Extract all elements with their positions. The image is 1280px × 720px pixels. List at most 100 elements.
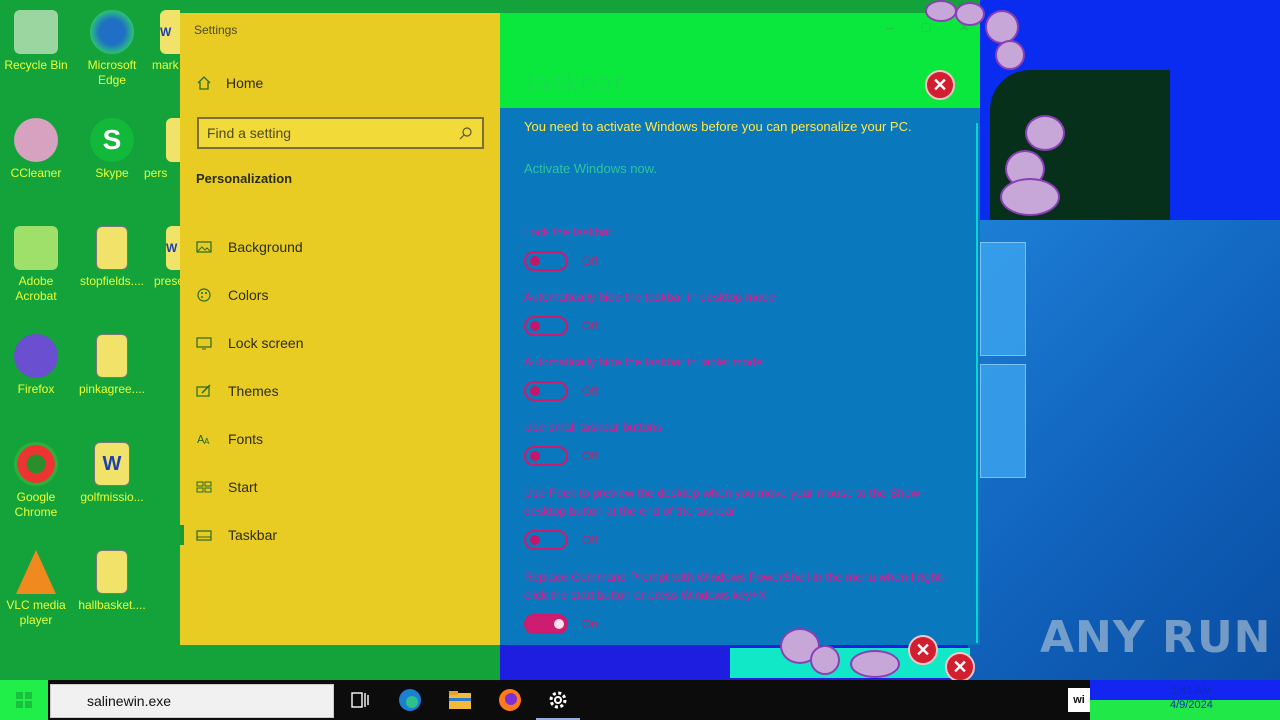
toggle-switch[interactable] xyxy=(524,446,568,466)
desktop-icon-vlc[interactable]: VLC media player xyxy=(0,550,72,628)
nav-label: Start xyxy=(228,479,258,495)
option-label: Lock the taskbar xyxy=(524,225,613,239)
nav-item-fonts[interactable]: AA Fonts xyxy=(180,415,500,463)
toggle-state: Off xyxy=(582,384,598,398)
nav-label: Themes xyxy=(228,383,279,399)
toggle-switch[interactable] xyxy=(524,614,568,634)
nav-label: Background xyxy=(228,239,303,255)
settings-window: Settings Home Find a setting Personaliza… xyxy=(180,13,980,645)
tray-app-button[interactable]: wi xyxy=(1068,688,1090,712)
error-icon xyxy=(1000,178,1060,216)
vlc-icon xyxy=(16,550,56,594)
task-view-icon[interactable] xyxy=(346,686,374,714)
file-explorer-icon[interactable] xyxy=(446,686,474,714)
anyrun-watermark: ANY RUN xyxy=(1040,612,1272,663)
desktop-icon-label: golfmissio... xyxy=(80,490,144,504)
edge-icon[interactable] xyxy=(396,686,424,714)
desktop-icon-label: VLC media player xyxy=(6,598,66,627)
scrollbar[interactable] xyxy=(976,123,978,643)
toggle-switch[interactable] xyxy=(524,316,568,336)
settings-gear-icon[interactable] xyxy=(544,686,572,714)
option-powershell: Replace Command Prompt with Windows Powe… xyxy=(524,568,954,634)
desktop-icon-mark[interactable]: W mark xyxy=(140,10,180,73)
desktop-icon-label: Firefox xyxy=(17,382,55,396)
activate-windows-link[interactable]: Activate Windows now. xyxy=(524,161,657,176)
option-lock-taskbar: Lock the taskbar Off xyxy=(524,223,954,271)
taskbar-icon xyxy=(196,530,212,541)
desktop-icon-label: CCleaner xyxy=(10,166,62,180)
minimize-button[interactable]: – xyxy=(886,19,894,36)
firefox-icon[interactable] xyxy=(496,686,524,714)
desktop-icon-pers[interactable]: pers xyxy=(140,118,180,181)
search-input[interactable]: Find a setting xyxy=(197,117,484,149)
nav-item-start[interactable]: Start xyxy=(180,463,500,511)
taskbar-search-input[interactable]: salinewin.exe xyxy=(50,684,334,718)
word-doc-icon: W xyxy=(166,226,180,270)
desktop-icon-hallbasket[interactable]: hallbasket.... xyxy=(76,550,148,613)
desktop-icon-label: Adobe Acrobat xyxy=(15,274,57,303)
start-button[interactable] xyxy=(0,680,48,720)
monitor-icon xyxy=(196,337,212,350)
search-placeholder: Find a setting xyxy=(207,125,292,141)
clock-time: 1:41 AM xyxy=(1171,685,1212,697)
desktop-icon-firefox[interactable]: Firefox xyxy=(0,334,72,397)
nav-label: Colors xyxy=(228,287,269,303)
word-doc-icon: W xyxy=(94,442,130,486)
toggle-state: Off xyxy=(582,254,598,268)
toggle-switch[interactable] xyxy=(524,530,568,550)
nav-label: Lock screen xyxy=(228,335,304,351)
home-label: Home xyxy=(226,75,264,91)
option-label: Automatically hide the taskbar in tablet… xyxy=(524,355,763,369)
option-autohide-desktop: Automatically hide the taskbar in deskto… xyxy=(524,288,954,336)
windows-logo-pane xyxy=(980,364,1026,478)
firefox-icon xyxy=(14,334,58,378)
edge-icon xyxy=(90,10,134,54)
word-doc-icon: W xyxy=(160,10,180,54)
settings-content: – □ ✕ Taskbar You need to activate Windo… xyxy=(500,13,980,645)
window-title: Settings xyxy=(194,23,238,37)
settings-nav: Background Colors Lock screen Themes AA … xyxy=(180,223,500,559)
start-grid-icon xyxy=(196,481,212,493)
clock[interactable]: 1:41 AM 4/9/2024 xyxy=(1170,684,1213,712)
desktop-icon-pinkagree[interactable]: pinkagree.... xyxy=(76,334,148,397)
desktop-icon-prese[interactable]: W prese xyxy=(140,226,180,289)
desktop-icon-label: hallbasket.... xyxy=(78,598,146,612)
toggle-state: Off xyxy=(582,319,598,333)
error-icon xyxy=(995,40,1025,70)
nav-item-taskbar[interactable]: Taskbar xyxy=(180,511,500,559)
maximize-button[interactable]: □ xyxy=(922,19,930,36)
nav-item-colors[interactable]: Colors xyxy=(180,271,500,319)
error-icon xyxy=(810,645,840,675)
desktop-icon-label: Microsoft Edge xyxy=(87,58,137,87)
home-link[interactable]: Home xyxy=(196,75,263,91)
page-title: Taskbar xyxy=(522,69,625,99)
desktop-wallpaper-bottom xyxy=(968,220,1280,680)
desktop-icon-label: pers xyxy=(144,166,168,180)
error-icon: ✕ xyxy=(925,70,955,100)
image-file-icon xyxy=(96,334,128,378)
desktop-icon-edge[interactable]: Microsoft Edge xyxy=(76,10,148,88)
nav-item-lock-screen[interactable]: Lock screen xyxy=(180,319,500,367)
desktop-icon-skype[interactable]: S Skype xyxy=(76,118,148,181)
toggle-switch[interactable] xyxy=(524,381,568,401)
error-icon: ✕ xyxy=(945,652,975,682)
desktop-icon-ccleaner[interactable]: CCleaner xyxy=(0,118,72,181)
option-label: Use Peek to preview the desktop when you… xyxy=(524,486,920,518)
desktop-icon-acrobat[interactable]: Adobe Acrobat xyxy=(0,226,72,304)
nav-item-themes[interactable]: Themes xyxy=(180,367,500,415)
recycle-bin-icon xyxy=(14,10,58,54)
windows-logo-icon xyxy=(16,692,32,708)
section-heading: Personalization xyxy=(196,171,293,186)
desktop-icon-stopfields[interactable]: stopfields.... xyxy=(76,226,148,289)
desktop-icon-recycle-bin[interactable]: Recycle Bin xyxy=(0,10,72,73)
desktop-icon-chrome[interactable]: Google Chrome xyxy=(0,442,72,520)
desktop-icon-label: mark xyxy=(152,58,179,72)
option-label: Automatically hide the taskbar in deskto… xyxy=(524,290,776,304)
skype-icon: S xyxy=(90,118,134,162)
taskbar: salinewin.exe wi 1:41 AM 4/9/2024 xyxy=(0,680,1280,720)
nav-item-background[interactable]: Background xyxy=(180,223,500,271)
desktop-icon-golfmissio[interactable]: W golfmissio... xyxy=(76,442,148,505)
toggle-switch[interactable] xyxy=(524,251,568,271)
home-icon xyxy=(197,76,211,90)
error-icon xyxy=(1025,115,1065,151)
